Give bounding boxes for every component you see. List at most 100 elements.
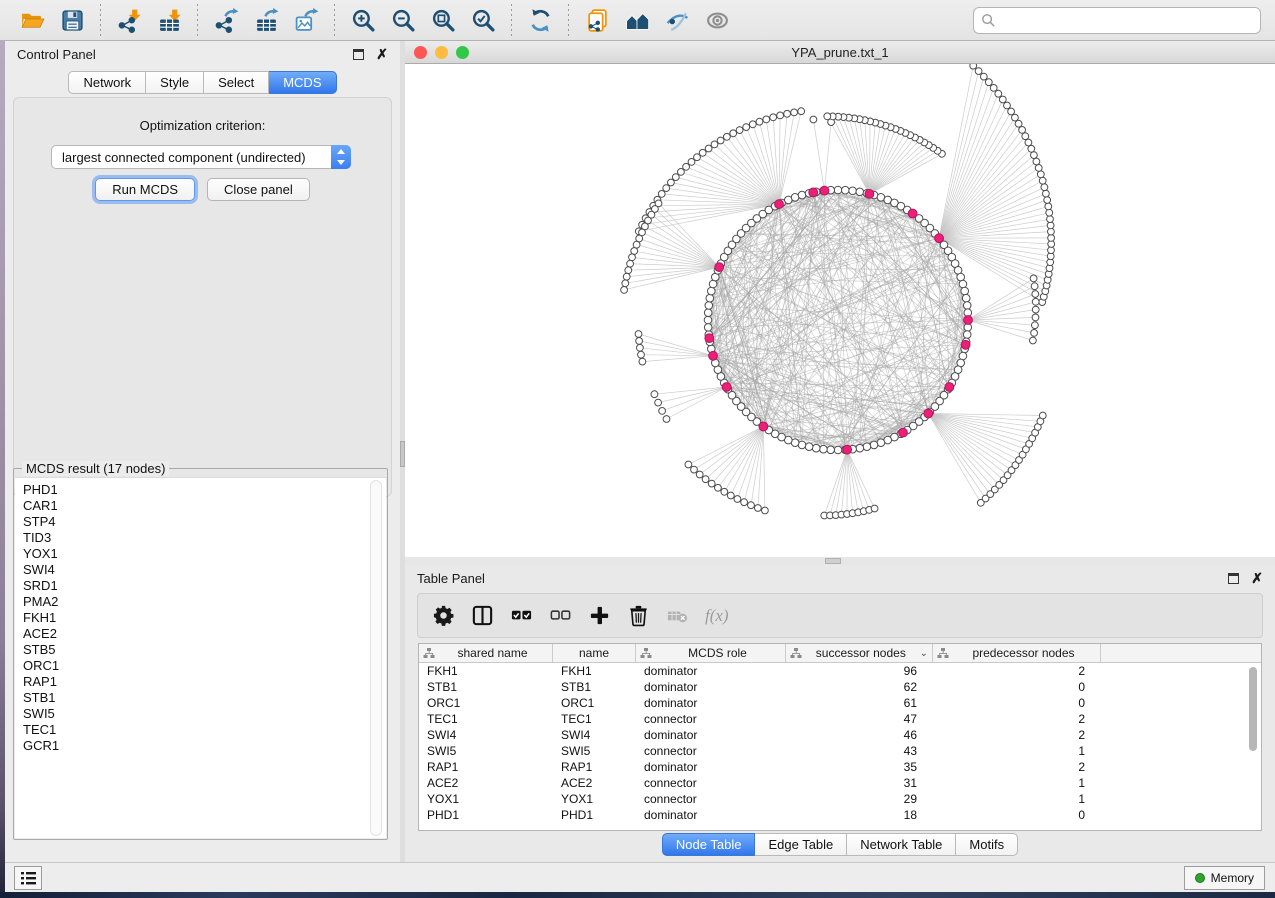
mcds-result-list[interactable]: PHD1CAR1STP4TID3YOX1SWI4SRD1PMA2FKH1ACE2… xyxy=(15,477,386,838)
network-graph[interactable] xyxy=(405,64,1275,557)
tab-mcds[interactable]: MCDS xyxy=(269,71,336,94)
search-input[interactable] xyxy=(996,8,1260,33)
column-header-name[interactable]: name xyxy=(553,644,636,662)
zoom-in-button[interactable] xyxy=(346,5,380,35)
run-mcds-button[interactable]: Run MCDS xyxy=(95,178,195,201)
toolbar-separator xyxy=(197,4,198,36)
mcds-result-item[interactable]: STB5 xyxy=(23,642,386,658)
mcds-result-item[interactable]: SWI4 xyxy=(23,562,386,578)
horizontal-splitter-grip[interactable] xyxy=(825,558,841,564)
delete-column-button[interactable] xyxy=(627,601,650,631)
table-toolbar: f(x) xyxy=(417,593,1263,638)
split-columns-button[interactable] xyxy=(471,601,494,631)
export-network-button[interactable] xyxy=(209,5,243,35)
hide-graphics-details-button[interactable] xyxy=(660,5,694,35)
deselect-all-rows-button[interactable] xyxy=(549,601,572,631)
column-type-icon xyxy=(937,648,949,659)
table-row[interactable]: ORC1ORC1dominator610 xyxy=(419,695,1261,711)
float-table-panel-icon[interactable] xyxy=(1228,573,1239,584)
close-panel-button[interactable]: Close panel xyxy=(207,178,310,201)
export-image-button[interactable] xyxy=(289,5,323,35)
add-column-button[interactable] xyxy=(588,601,611,631)
mcds-result-item[interactable]: CAR1 xyxy=(23,498,386,514)
column-header-successor-nodes[interactable]: successor nodes⌄ xyxy=(786,644,933,662)
close-panel-icon[interactable]: ✗ xyxy=(376,49,388,60)
float-panel-icon[interactable] xyxy=(353,49,364,60)
tab-network-table[interactable]: Network Table xyxy=(847,833,956,856)
close-table-panel-icon[interactable]: ✗ xyxy=(1251,573,1263,584)
table-row[interactable]: SWI5SWI5connector431 xyxy=(419,743,1261,759)
optimization-criterion-select[interactable]: largest connected component (undirected) xyxy=(51,145,351,169)
mcds-result-item[interactable]: SWI5 xyxy=(23,706,386,722)
mcds-result-item[interactable]: FKH1 xyxy=(23,610,386,626)
table-cell: YOX1 xyxy=(419,791,553,807)
mcds-list-scrollbar[interactable] xyxy=(370,480,382,836)
tab-motifs[interactable]: Motifs xyxy=(956,833,1018,856)
settings-button[interactable] xyxy=(432,601,455,631)
table-panel-title: Table Panel xyxy=(417,571,485,586)
home-button[interactable] xyxy=(620,5,654,35)
memory-button[interactable]: Memory xyxy=(1184,866,1265,890)
tab-node-table[interactable]: Node Table xyxy=(662,833,756,856)
mcds-result-item[interactable]: YOX1 xyxy=(23,546,386,562)
table-row[interactable]: SWI4SWI4dominator462 xyxy=(419,727,1261,743)
mcds-result-item[interactable]: PHD1 xyxy=(23,482,386,498)
zoom-fit-button[interactable] xyxy=(426,5,460,35)
mcds-result-item[interactable]: TID3 xyxy=(23,530,386,546)
save-session-button[interactable] xyxy=(55,5,89,35)
table-scrollbar-thumb[interactable] xyxy=(1249,667,1257,751)
table-row[interactable]: FKH1FKH1dominator962 xyxy=(419,663,1261,679)
column-type-icon xyxy=(790,648,802,659)
table-cell: ORC1 xyxy=(553,695,636,711)
table-row[interactable]: TEC1TEC1connector472 xyxy=(419,711,1261,727)
table-row[interactable]: YOX1YOX1connector291 xyxy=(419,791,1261,807)
search-icon xyxy=(981,13,996,28)
network-canvas[interactable] xyxy=(405,64,1275,557)
open-file-button[interactable] xyxy=(15,5,49,35)
zoom-selected-button[interactable] xyxy=(466,5,500,35)
node-table[interactable]: shared namenameMCDS rolesuccessor nodes⌄… xyxy=(418,643,1262,831)
export-table-button[interactable] xyxy=(249,5,283,35)
mcds-result-item[interactable]: TEC1 xyxy=(23,722,386,738)
birds-eye-view-button[interactable] xyxy=(700,5,734,35)
network-window-titlebar[interactable]: YPA_prune.txt_1 xyxy=(405,41,1275,64)
column-header-MCDS-role[interactable]: MCDS role xyxy=(636,644,786,662)
tab-edge-table[interactable]: Edge Table xyxy=(755,833,847,856)
table-cell: 46 xyxy=(786,727,933,743)
table-row[interactable]: ACE2ACE2connector311 xyxy=(419,775,1261,791)
import-network-button[interactable] xyxy=(112,5,146,35)
table-scrollbar[interactable] xyxy=(1248,664,1259,828)
mcds-result-item[interactable]: PMA2 xyxy=(23,594,386,610)
table-cell: connector xyxy=(636,791,786,807)
zoom-out-button[interactable] xyxy=(386,5,420,35)
search-box[interactable] xyxy=(973,7,1261,34)
table-cell: 2 xyxy=(933,711,1101,727)
share-network-button[interactable] xyxy=(580,5,614,35)
table-row[interactable]: STB1STB1dominator620 xyxy=(419,679,1261,695)
column-header-predecessor-nodes[interactable]: predecessor nodes xyxy=(933,644,1101,662)
apply-preferred-layout-button[interactable] xyxy=(523,5,557,35)
mcds-result-item[interactable]: STB1 xyxy=(23,690,386,706)
mcds-result-item[interactable]: ORC1 xyxy=(23,658,386,674)
mcds-result-item[interactable]: ACE2 xyxy=(23,626,386,642)
delete-table-button xyxy=(666,601,689,631)
mcds-result-item[interactable]: SRD1 xyxy=(23,578,386,594)
table-row[interactable]: PHD1PHD1dominator180 xyxy=(419,807,1261,823)
mcds-result-item[interactable]: GCR1 xyxy=(23,738,386,754)
task-history-button[interactable] xyxy=(14,866,42,890)
import-table-button[interactable] xyxy=(152,5,186,35)
sort-indicator-icon: ⌄ xyxy=(920,648,928,659)
mcds-result-item[interactable]: RAP1 xyxy=(23,674,386,690)
table-panel: Table Panel ✗ f(x) shared namenameMCDS r… xyxy=(405,565,1275,862)
select-all-rows-button[interactable] xyxy=(510,601,533,631)
equation-builder-icon: f(x) xyxy=(705,606,729,626)
column-header-shared-name[interactable]: shared name xyxy=(419,644,553,662)
tab-network[interactable]: Network xyxy=(68,71,146,94)
horizontal-splitter[interactable] xyxy=(405,557,1275,565)
tab-style[interactable]: Style xyxy=(146,71,204,94)
tab-select[interactable]: Select xyxy=(204,71,269,94)
zoom-in-icon xyxy=(351,8,376,33)
table-cell: dominator xyxy=(636,759,786,775)
table-row[interactable]: RAP1RAP1dominator352 xyxy=(419,759,1261,775)
mcds-result-item[interactable]: STP4 xyxy=(23,514,386,530)
